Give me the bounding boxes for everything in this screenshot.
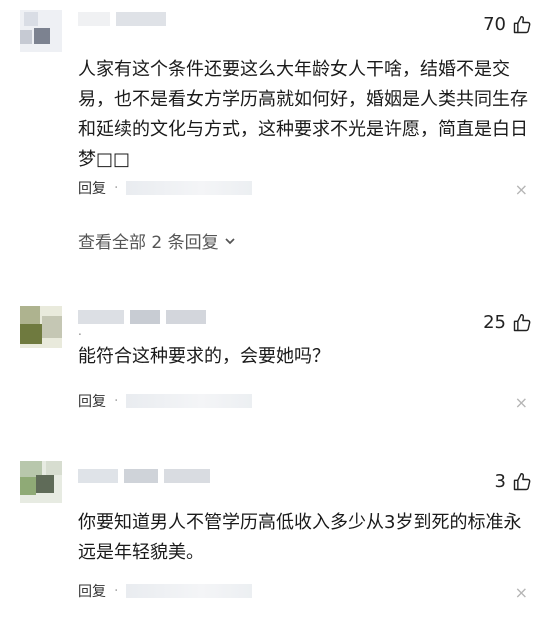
reply-button[interactable]: 回复 <box>78 581 106 601</box>
name-separator-dot: . <box>78 324 82 338</box>
username-blurred[interactable] <box>78 469 210 483</box>
like-count-group[interactable]: 70 <box>483 14 532 35</box>
separator: · <box>114 393 119 409</box>
view-replies-link[interactable]: 查看全部 2 条回复 <box>78 228 237 253</box>
separator: · <box>114 583 119 599</box>
close-icon[interactable]: × <box>515 583 528 602</box>
view-replies-label: 查看全部 2 条回复 <box>78 233 219 253</box>
username-blurred[interactable] <box>78 12 166 26</box>
timestamp-blurred <box>126 394 253 408</box>
timestamp-blurred <box>126 181 253 195</box>
thumbs-up-icon[interactable] <box>512 472 532 492</box>
avatar[interactable] <box>20 306 62 348</box>
like-count: 3 <box>494 471 506 492</box>
comment-actions: 回复 · <box>78 178 253 198</box>
comment-item: 3 你要知道男人不管学历高低收入多少从3岁到死的标准永远是年轻貌美。 回复 · … <box>0 455 554 625</box>
avatar[interactable] <box>20 461 62 503</box>
thumbs-up-icon[interactable] <box>512 15 532 35</box>
reply-button[interactable]: 回复 <box>78 178 106 198</box>
username-blurred[interactable] <box>78 310 206 324</box>
timestamp-blurred <box>126 584 253 598</box>
comment-item: . 25 能符合这种要求的，会要她吗？ 回复 · × <box>0 290 554 440</box>
thumbs-up-icon[interactable] <box>512 313 532 333</box>
comment-item: 70 人家有这个条件还要这么大年龄女人干啥，结婚不是交易，也不是看女方学历高就如… <box>0 0 554 280</box>
chevron-down-icon <box>225 237 235 244</box>
comment-text: 能符合这种要求的，会要她吗？ <box>78 346 330 367</box>
comment-actions: 回复 · <box>78 581 253 601</box>
separator: · <box>114 180 119 196</box>
reply-button[interactable]: 回复 <box>78 391 106 411</box>
comment-text: 你要知道男人不管学历高低收入多少从3岁到死的标准永远是年轻貌美。 <box>78 512 522 563</box>
like-count: 70 <box>483 14 506 35</box>
comment-text: 人家有这个条件还要这么大年龄女人干啥，结婚不是交易，也不是看女方学历高就如何好，… <box>78 59 528 170</box>
close-icon[interactable]: × <box>515 393 528 412</box>
close-icon[interactable]: × <box>515 180 528 199</box>
avatar[interactable] <box>20 10 62 52</box>
like-count-group[interactable]: 25 <box>483 312 532 333</box>
like-count-group[interactable]: 3 <box>495 471 532 492</box>
comment-actions: 回复 · <box>78 391 253 411</box>
like-count: 25 <box>483 312 506 333</box>
